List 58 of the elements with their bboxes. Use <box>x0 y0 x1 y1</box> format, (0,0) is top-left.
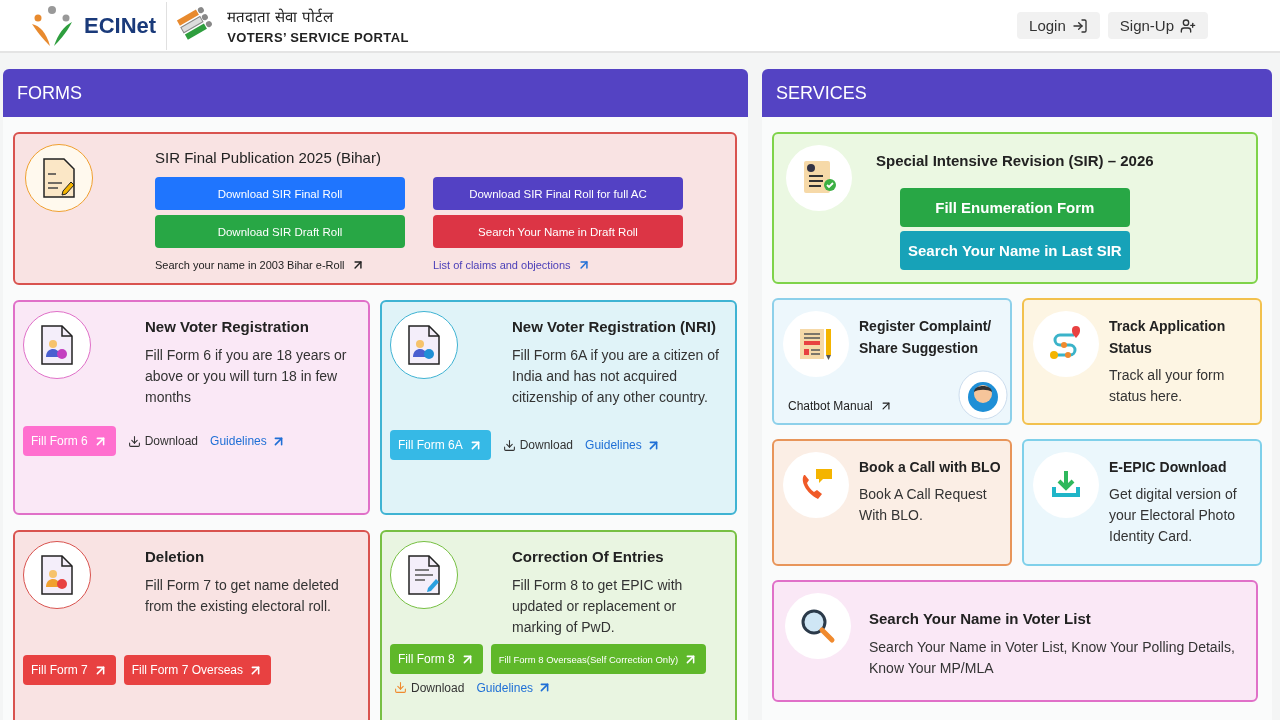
card-description: Fill Form 6 if you are 18 years or above or you will turn 18 in few months <box>145 346 348 407</box>
panel-header: SERVICES <box>762 69 1272 117</box>
action-button[interactable]: Download SIR Final Roll for full AC <box>433 177 683 210</box>
download-link[interactable]: Download <box>502 438 574 452</box>
card-description: Fill Form 7 to get name deleted from the existing electoral roll. <box>145 576 340 616</box>
guidelines-link[interactable]: Guidelines <box>476 680 553 695</box>
card-title: SIR Final Publication 2025 (Bihar) <box>155 148 382 168</box>
action-button[interactable]: Fill Form 8 <box>390 644 483 674</box>
panel-header: FORMS <box>3 69 748 117</box>
guidelines-link[interactable]: Guidelines <box>585 437 661 453</box>
brand-name: ECINet <box>84 12 157 39</box>
chatbot-link[interactable]: Chatbot Manual <box>788 399 893 413</box>
download-link[interactable]: Download <box>394 680 465 695</box>
external-link[interactable]: Search your name in 2003 Bihar e-Roll <box>155 258 405 272</box>
document-icon <box>39 324 75 366</box>
download-icon <box>394 681 407 694</box>
card-title: New Voter Registration <box>145 317 310 337</box>
assistant-avatar-icon <box>958 370 1008 420</box>
document-icon <box>406 324 442 366</box>
card-description: Search Your Name in Voter List, Know Your Polling Details, Know Your MP/MLA <box>869 638 1236 678</box>
login-icon <box>1071 17 1088 34</box>
action-button[interactable]: Download SIR Final Roll <box>155 177 405 210</box>
action-button[interactable]: Fill Enumeration Form <box>899 188 1130 227</box>
login-button[interactable]: Login <box>1017 12 1100 39</box>
portal-title-hindi: मतदाता सेवा पोर्टल <box>227 7 335 26</box>
card-title: Correction Of Entries <box>512 547 665 567</box>
portal-title: VOTERS’ SERVICE PORTAL <box>227 30 409 45</box>
card-title: Book a Call with BLO <box>859 458 1002 477</box>
download-icon <box>502 438 516 452</box>
action-button[interactable]: Search Your Name in Last SIR <box>899 231 1130 270</box>
card-title: New Voter Registration (NRI) <box>512 317 717 337</box>
action-button[interactable]: Fill Form 6 <box>23 426 116 456</box>
card-description: Track all your form status here. <box>1109 366 1226 406</box>
card-title: Deletion <box>145 547 206 567</box>
external-link[interactable]: List of claims and objections <box>433 258 683 272</box>
guidelines-link[interactable]: Guidelines <box>210 433 286 449</box>
action-button[interactable]: Download SIR Draft Roll <box>155 215 405 248</box>
card-title: Track Application Status <box>1109 317 1227 358</box>
action-button[interactable]: Fill Form 8 Overseas(Self Correction Only) <box>490 644 707 674</box>
download-link[interactable]: Download <box>127 434 199 448</box>
card-description: Fill Form 8 to get EPIC with updated or replacement or marking of PwD. <box>512 576 684 637</box>
card-title: Special Intensive Revision (SIR) – 2026 <box>876 151 1154 171</box>
download-icon <box>127 434 141 448</box>
card-title: Search Your Name in Voter List <box>869 609 1092 629</box>
action-button[interactable]: Fill Form 6A <box>390 430 491 460</box>
signup-button[interactable]: Sign-Up <box>1107 12 1208 39</box>
card-description: Fill Form 6A if you are a citizen of India and has not acquired citizenship of any other country. <box>512 346 720 407</box>
card-title: E-EPIC Download <box>1109 458 1228 477</box>
card-description: Book A Call Request With BLO. <box>859 485 988 525</box>
action-button[interactable]: Search Your Name in Draft Roll <box>433 215 683 248</box>
user-plus-icon <box>1180 17 1196 34</box>
document-icon <box>406 554 442 596</box>
card-description: Get digital version of your Electoral Photo Identity Card. <box>1109 485 1238 546</box>
action-button[interactable]: Fill Form 7 <box>23 655 116 685</box>
card-title: Register Complaint/ Share Suggestion <box>859 317 993 358</box>
action-button[interactable]: Fill Form 7 Overseas <box>123 655 272 685</box>
document-icon <box>39 554 75 596</box>
form-pencil-icon <box>41 157 77 199</box>
